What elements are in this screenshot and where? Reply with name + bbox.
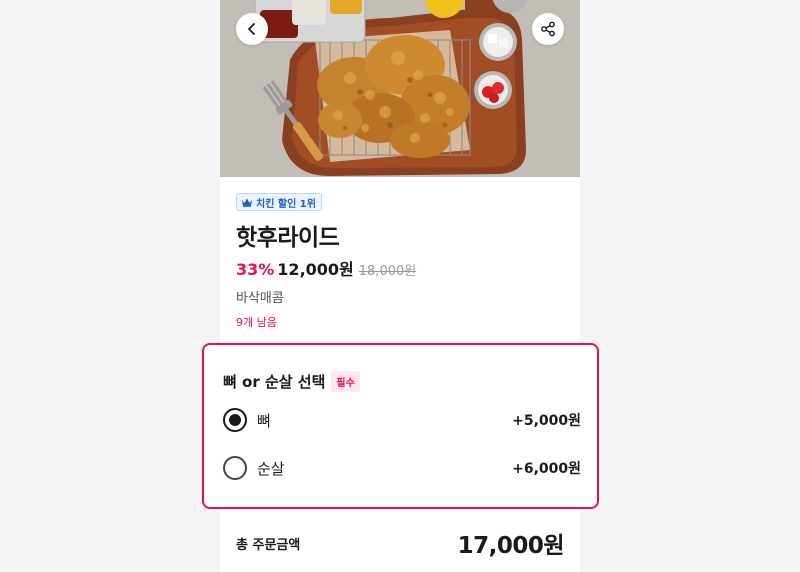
product-description: 바삭매콤 [236, 291, 284, 306]
ranking-badge: 치킨 할인 1위 [236, 193, 322, 211]
chevron-left-icon [248, 23, 255, 35]
ranking-badge-label: 치킨 할인 1위 [256, 198, 316, 210]
option-group: 뼈 or 순살 선택 필수 뼈 +5,000원 순살 +6,000원 [202, 343, 599, 509]
order-total: 총 주문금액 17,000원 [220, 518, 580, 572]
option-label: 뼈 [257, 411, 271, 430]
option-label: 순살 [257, 459, 285, 478]
radio-button[interactable] [223, 456, 247, 480]
option-group-header: 뼈 or 순살 선택 필수 [223, 371, 360, 392]
total-label: 총 주문금액 [236, 538, 301, 553]
share-icon [541, 21, 555, 37]
option-price: +6,000원 [512, 461, 581, 477]
product-title: 핫후라이드 [236, 225, 340, 251]
option-group-title: 뼈 or 순살 선택 [223, 373, 326, 391]
crown-icon [242, 198, 252, 207]
stock-remaining: 9개 남음 [236, 316, 277, 329]
discount-rate: 33% [236, 260, 275, 279]
back-button[interactable] [236, 13, 268, 45]
total-value: 17,000원 [457, 533, 565, 559]
price-row: 33% 12,000원 18,000원 [236, 256, 416, 280]
share-button[interactable] [532, 13, 564, 45]
option-price: +5,000원 [512, 413, 581, 429]
option-row-bone[interactable]: 뼈 +5,000원 [223, 407, 581, 433]
sale-price: 12,000원 [277, 260, 354, 279]
radio-dot [229, 414, 241, 426]
original-price: 18,000원 [358, 264, 417, 279]
product-image [220, 0, 580, 177]
radio-button-selected[interactable] [223, 408, 247, 432]
required-badge: 필수 [331, 371, 360, 392]
option-row-boneless[interactable]: 순살 +6,000원 [223, 455, 581, 481]
